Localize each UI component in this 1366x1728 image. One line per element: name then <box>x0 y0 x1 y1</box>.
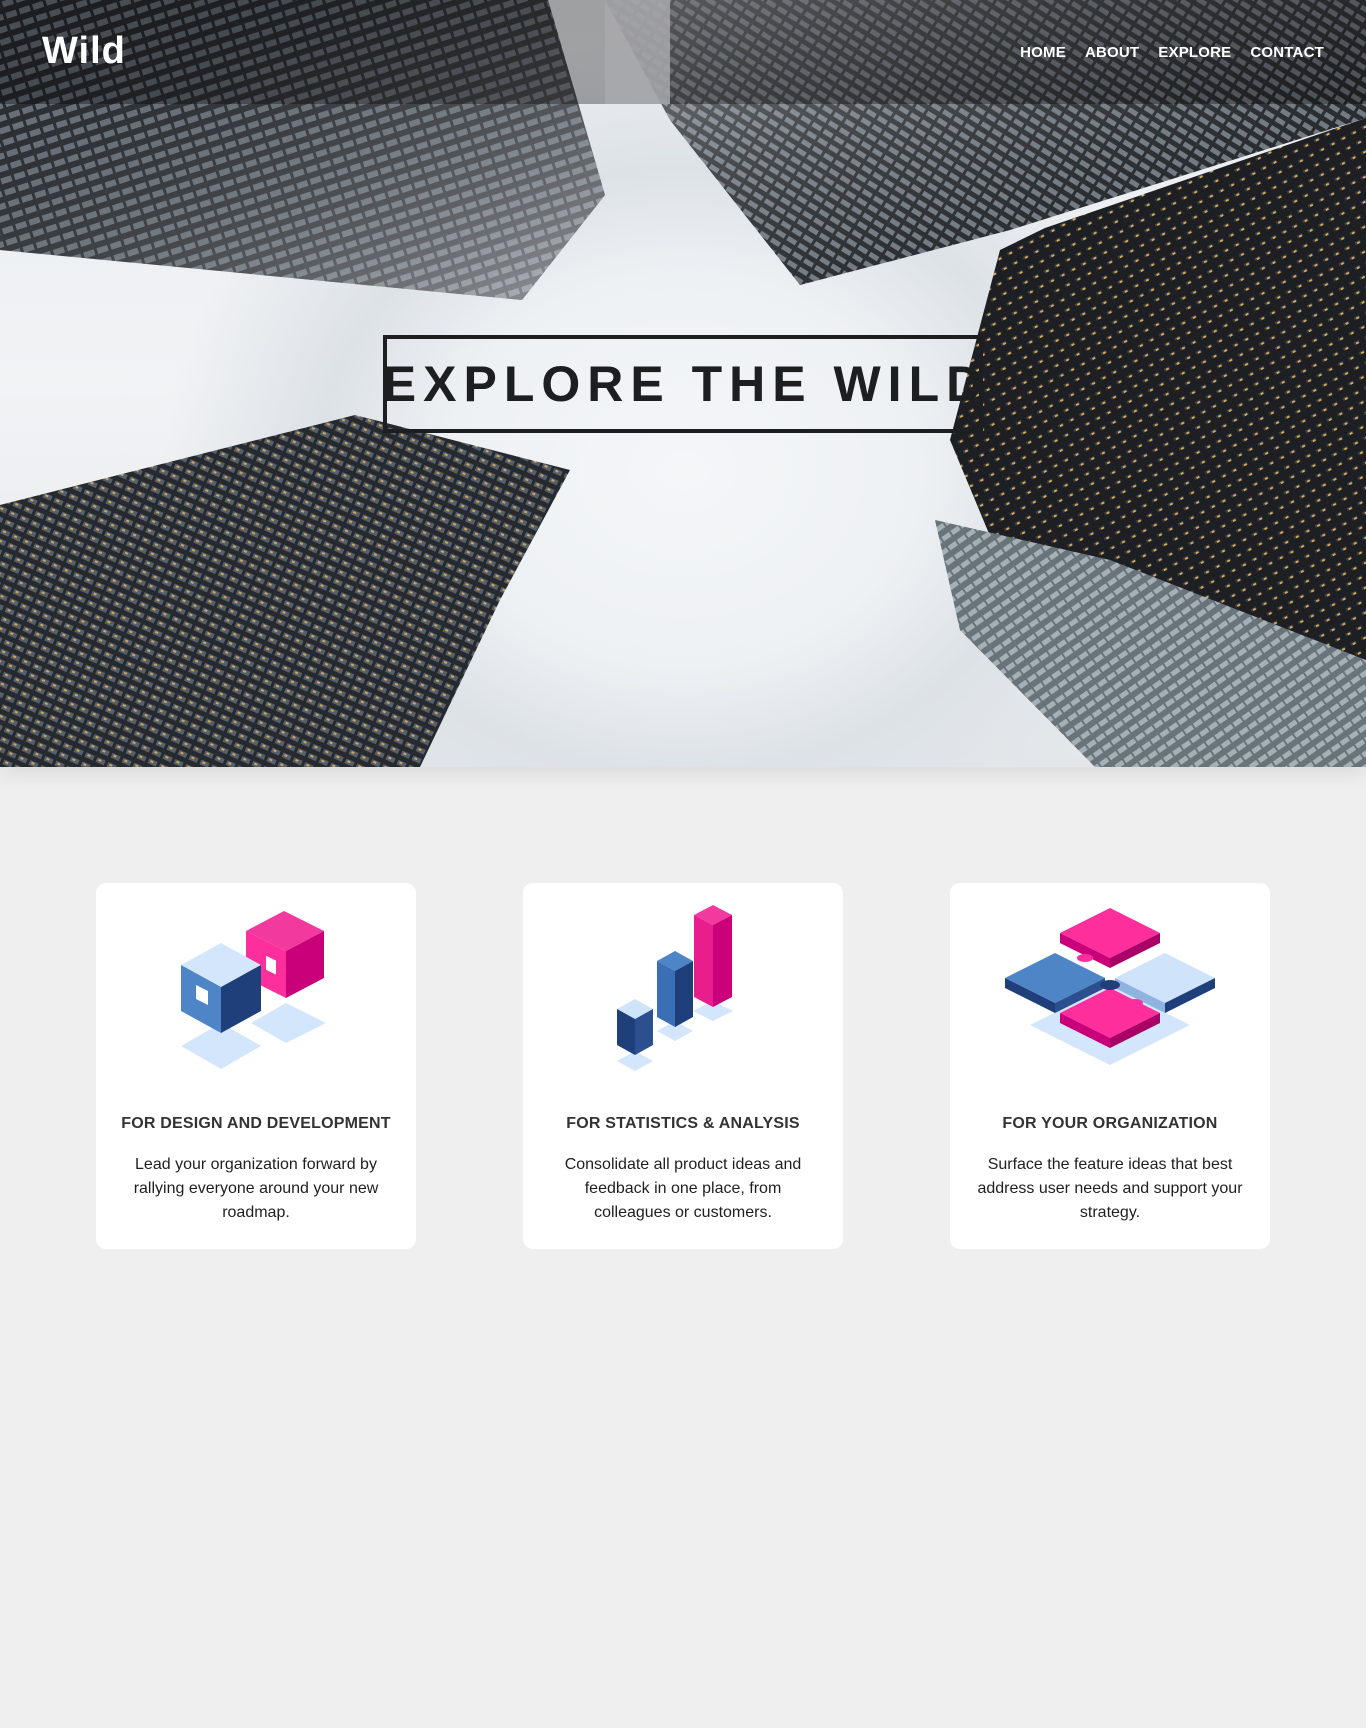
hero-banner: Wild HOME ABOUT EXPLORE CONTACT EXPLORE … <box>0 0 1366 767</box>
top-navigation-bar: Wild HOME ABOUT EXPLORE CONTACT <box>0 0 1366 104</box>
feature-description: Lead your organization forward by rallyi… <box>133 1156 379 1221</box>
isometric-cubes-icon <box>96 903 416 1078</box>
hero-title-frame: EXPLORE THE WILD <box>383 335 983 433</box>
nav-link-explore[interactable]: EXPLORE <box>1158 44 1231 61</box>
nav-link-contact[interactable]: CONTACT <box>1250 44 1324 61</box>
feature-card-organization: FOR YOUR ORGANIZATION Surface the featur… <box>950 883 1270 1249</box>
feature-description: Consolidate all product ideas and feedba… <box>564 1156 802 1221</box>
feature-card-design: FOR DESIGN AND DEVELOPMENT Lead your org… <box>96 883 416 1249</box>
main-nav: HOME ABOUT EXPLORE CONTACT <box>1020 44 1324 61</box>
feature-description: Surface the feature ideas that best addr… <box>977 1156 1243 1221</box>
nav-link-home[interactable]: HOME <box>1020 44 1066 61</box>
feature-card-statistics: FOR STATISTICS & ANALYSIS Consolidate al… <box>523 883 843 1249</box>
isometric-puzzle-icon <box>950 903 1270 1078</box>
feature-title: FOR DESIGN AND DEVELOPMENT <box>121 1115 391 1132</box>
nav-link-about[interactable]: ABOUT <box>1085 44 1139 61</box>
feature-title: FOR YOUR ORGANIZATION <box>1002 1115 1218 1132</box>
brand-logo[interactable]: Wild <box>42 30 126 73</box>
isometric-bar-chart-icon <box>523 903 843 1078</box>
hero-title: EXPLORE THE WILD <box>382 356 990 412</box>
feature-title: FOR STATISTICS & ANALYSIS <box>566 1115 800 1132</box>
